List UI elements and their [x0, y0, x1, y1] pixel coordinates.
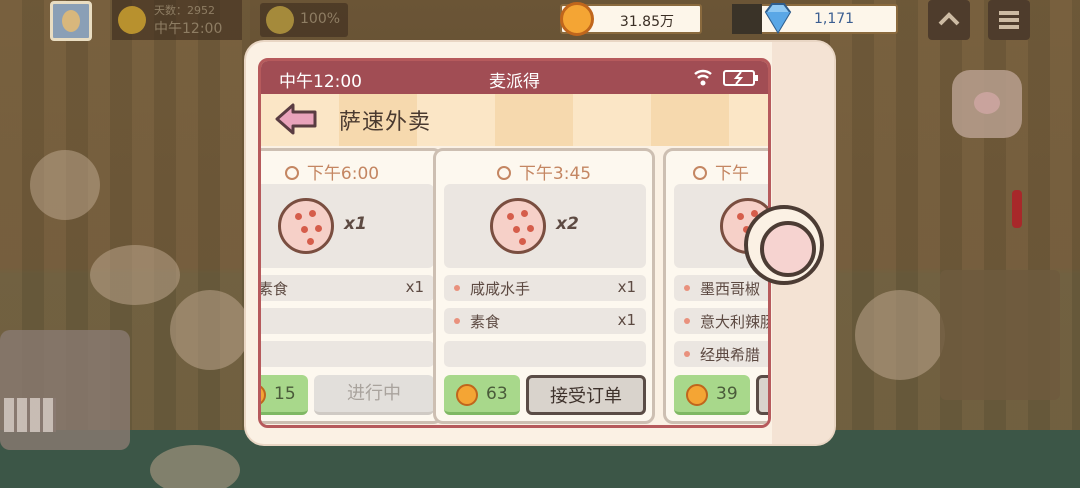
bullet-dot	[454, 285, 460, 291]
order-item-empty	[261, 308, 434, 334]
app-header: 萨速外卖	[261, 94, 768, 146]
player-avatar[interactable]	[50, 1, 92, 41]
chevron-up-icon	[938, 12, 960, 26]
reward-amount: 63	[486, 384, 508, 404]
item-name: 经典希腊	[700, 346, 761, 364]
gem-amount: 1,171	[814, 11, 855, 27]
clock-icon	[284, 166, 299, 180]
order-item-empty	[444, 341, 646, 367]
mood-percent: 100%	[300, 11, 341, 27]
day-counter: 天数：2952	[154, 4, 215, 17]
smiley-icon	[266, 6, 294, 34]
food-image-area: x2	[444, 184, 646, 268]
orders-carousel[interactable]: 下午6:00 x1 素食 x1 15 进行中 下午3:45 x2 咸咸水手 x1…	[258, 146, 771, 425]
gem-counter[interactable]: 1,171	[732, 3, 898, 34]
item-name: 墨西哥椒	[700, 280, 761, 298]
alert-exclamation-icon[interactable]	[1012, 190, 1022, 228]
order-card[interactable]: 下午6:00 x1 素食 x1 15 进行中	[258, 148, 443, 424]
order-time-label: 下午6:00	[306, 164, 380, 184]
accept-order-button[interactable]: 接受订单	[526, 375, 646, 415]
clock-icon	[693, 166, 707, 180]
bunny-cat-character	[30, 150, 100, 220]
pizza-icon	[278, 198, 334, 254]
gem-slot-dark	[732, 4, 762, 34]
battery-icon	[723, 70, 758, 86]
order-time: 下午	[666, 159, 768, 184]
wifi-icon	[694, 69, 712, 86]
reward-amount: 39	[716, 384, 738, 404]
hamburger-icon	[999, 11, 1019, 29]
app-title: 萨速外卖	[339, 110, 432, 135]
bullet-dot	[684, 285, 690, 291]
order-time-label: 下午3:45	[518, 164, 592, 184]
order-item: 经典希腊	[674, 341, 768, 367]
item-name: 素食	[258, 280, 289, 298]
reward-badge: 15	[261, 375, 308, 415]
reward-badge: 63	[444, 375, 520, 415]
item-count: x1	[617, 311, 636, 329]
register-keypad	[4, 398, 56, 432]
bullet-dot	[454, 318, 460, 324]
item-count: x1	[617, 278, 636, 296]
sun-icon	[118, 6, 146, 34]
mood-meter: 100%	[260, 3, 348, 37]
phone-screen: 中午12:00 麦派得 萨速外卖 下午6:00 x1 素食 x1 15 进行中 …	[258, 58, 771, 428]
cat-tree-shelf	[940, 270, 1060, 400]
pizza-quantity: x1	[344, 214, 367, 234]
coin-icon	[261, 384, 266, 406]
game-time: 中午12:00	[154, 21, 223, 37]
carrier-name: 麦派得	[489, 72, 540, 92]
order-item: 素食 x1	[258, 275, 434, 301]
order-item: 素食 x1	[444, 308, 646, 334]
reward-amount: 15	[274, 384, 296, 404]
coin-icon	[560, 2, 594, 36]
in-progress-button[interactable]: 进行中	[314, 375, 434, 415]
item-name: 咸咸水手	[470, 280, 531, 298]
order-item: 意大利辣肠	[674, 308, 771, 334]
accept-order-button[interactable]	[756, 375, 768, 415]
bullet-dot	[684, 351, 690, 357]
food-image-area: x1	[261, 184, 434, 268]
order-item: 咸咸水手 x1	[444, 275, 646, 301]
diamond-icon	[764, 3, 792, 34]
coin-icon	[686, 384, 708, 406]
phone-status-bar: 中午12:00 麦派得	[261, 61, 768, 94]
cat-character	[170, 290, 250, 370]
coin-icon	[456, 384, 478, 406]
right-wall	[830, 0, 1080, 488]
day-time-panel: 天数：2952 中午12:00	[112, 0, 242, 40]
right-cat-character	[855, 290, 945, 380]
coin-counter[interactable]: 31.85万	[560, 2, 702, 36]
item-name: 意大利辣肠	[700, 313, 771, 331]
order-time: 下午6:00	[261, 159, 440, 184]
order-card[interactable]: 下午3:45 x2 咸咸水手 x1 素食 x1 63 接受订单	[433, 148, 655, 424]
order-time: 下午3:45	[436, 159, 652, 184]
bullet-dot	[684, 318, 690, 324]
collapse-button[interactable]	[928, 0, 970, 40]
paw-pad-icon	[974, 92, 1000, 114]
sleeping-cat-character	[90, 245, 180, 305]
clock-icon	[496, 166, 511, 180]
cash-register[interactable]	[0, 330, 130, 450]
pizza-quantity: x2	[556, 214, 579, 234]
reward-badge: 39	[674, 375, 750, 415]
coin-amount: 31.85万	[619, 14, 674, 30]
phone-home-button[interactable]	[744, 205, 824, 285]
cat-character-bottom	[150, 445, 240, 488]
back-arrow-icon[interactable]	[275, 103, 317, 135]
menu-button[interactable]	[988, 0, 1030, 40]
order-card[interactable]: 下午 墨西哥椒 意大利辣肠 经典希腊 39	[663, 148, 771, 424]
order-item: 墨西哥椒	[674, 275, 768, 301]
item-name: 素食	[470, 313, 501, 331]
order-item-empty	[261, 341, 434, 367]
item-count: x1	[405, 278, 424, 296]
order-time-label: 下午	[715, 164, 749, 184]
pizza-icon	[490, 198, 546, 254]
